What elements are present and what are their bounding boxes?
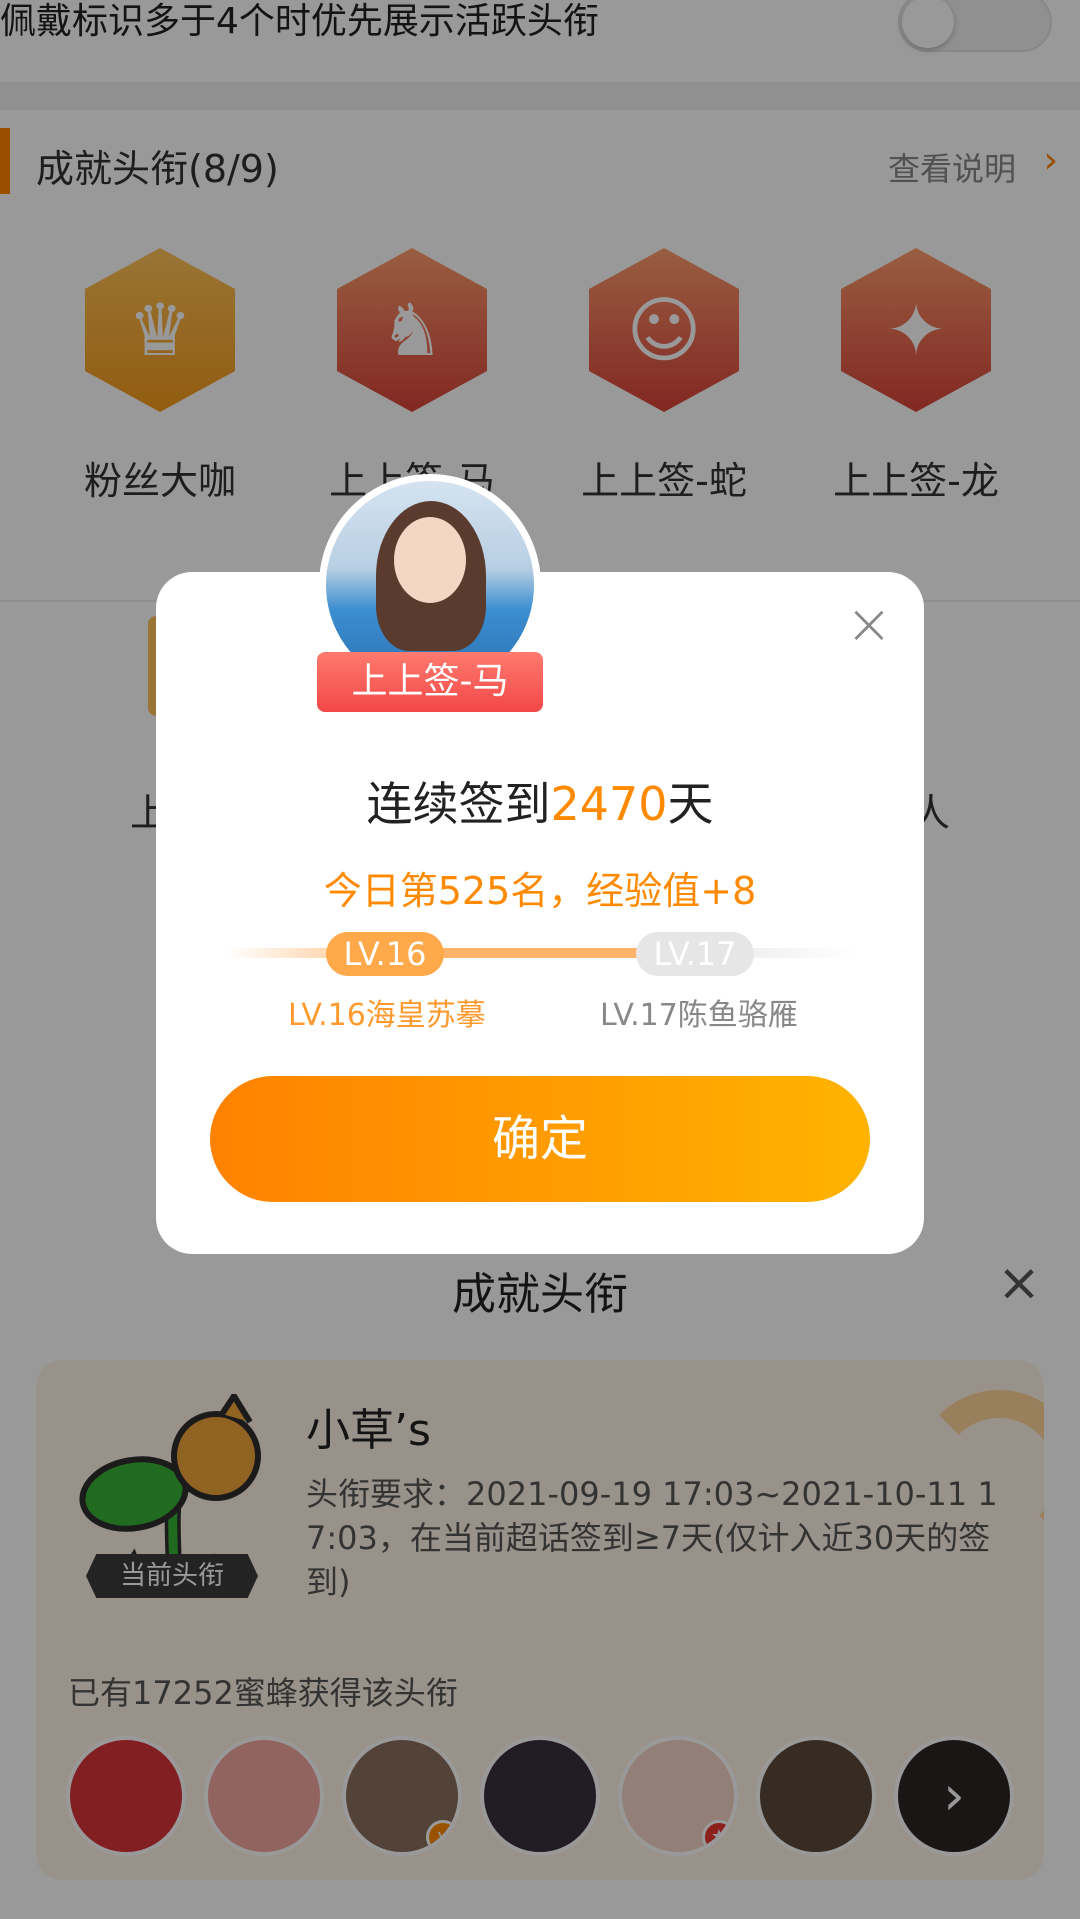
- close-icon[interactable]: ×: [844, 597, 894, 653]
- level-next-name: LV.17陈鱼骆雁: [600, 998, 798, 1033]
- streak-suffix: 天: [667, 777, 714, 831]
- confirm-button[interactable]: 确定: [210, 1076, 870, 1202]
- streak-text: 连续签到2470天: [156, 768, 924, 834]
- today-rank-text: 今日第525名，经验值+8: [323, 869, 757, 913]
- title-ribbon: 上上签-马: [317, 652, 543, 712]
- level-current-name: LV.16海皇苏摹: [288, 998, 486, 1033]
- streak-days: 2470: [550, 777, 668, 831]
- level-next-pill: LV.17: [636, 932, 754, 976]
- level-progress-bar: [226, 948, 854, 958]
- level-current-pill: LV.16: [326, 932, 444, 976]
- streak-prefix: 连续签到: [366, 777, 551, 831]
